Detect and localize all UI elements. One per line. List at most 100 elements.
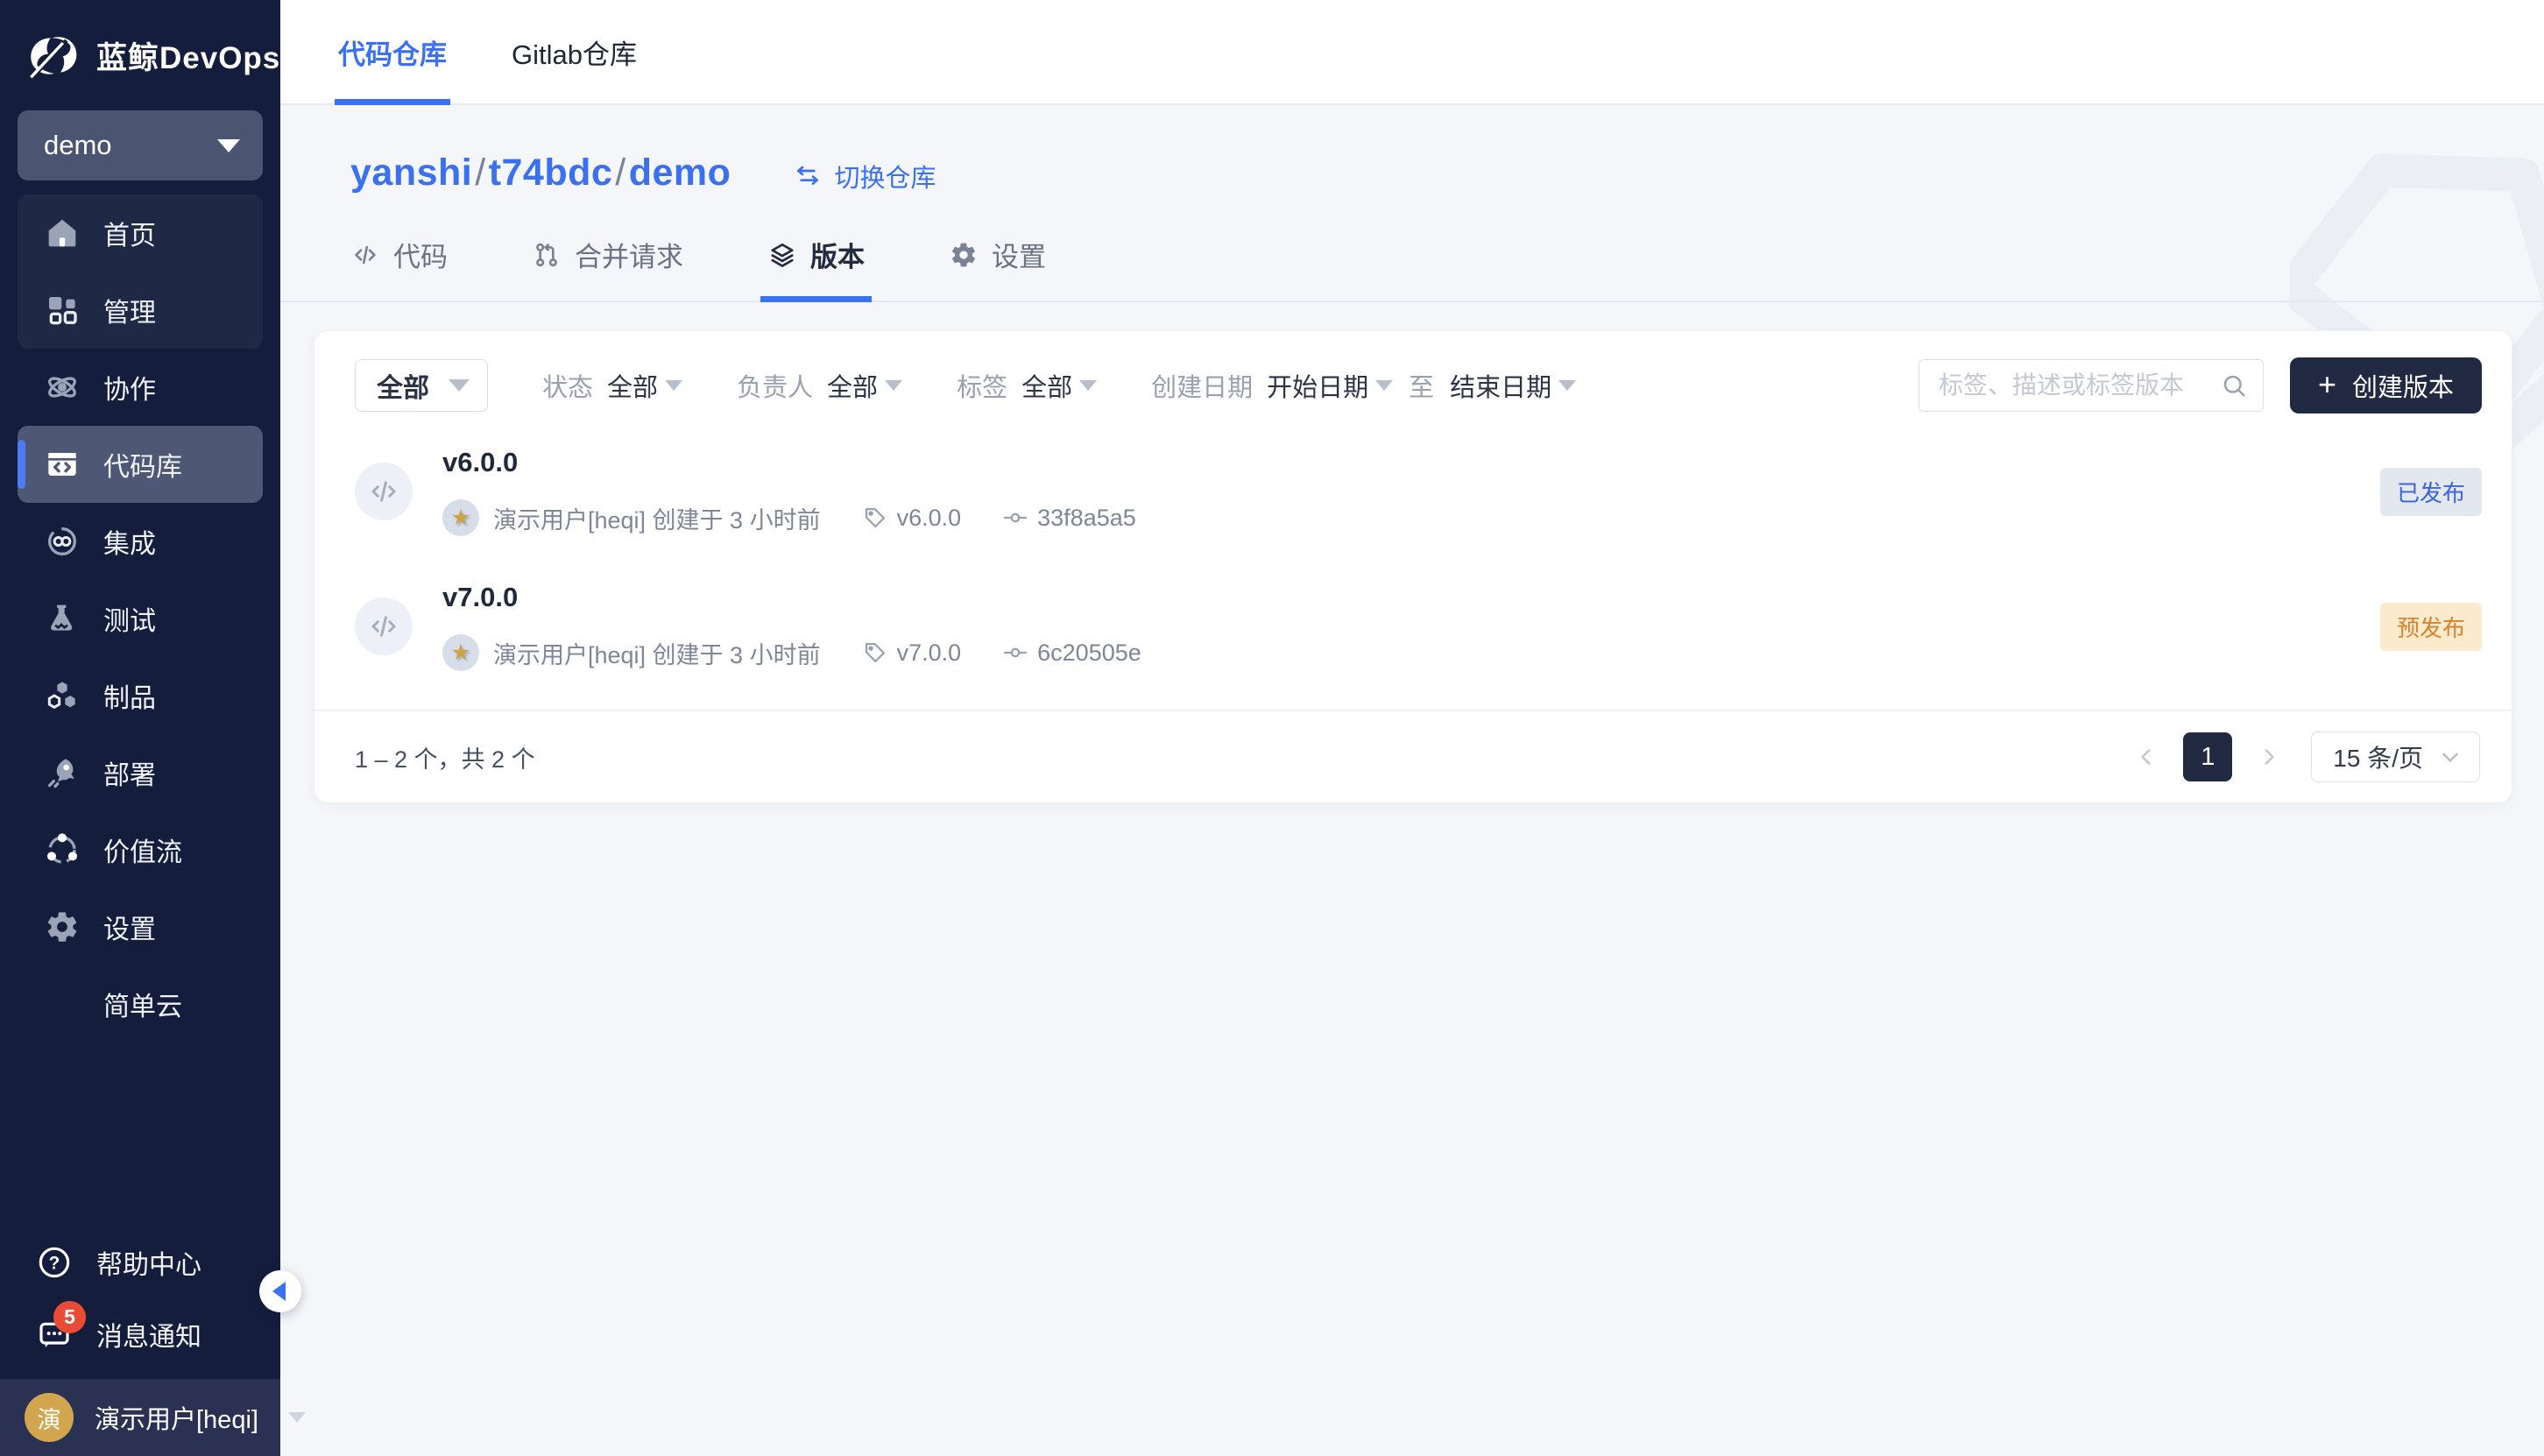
date-end-picker[interactable]: 结束日期 <box>1450 367 1576 404</box>
bluking-whale-logo-icon <box>25 31 84 80</box>
repo-tab-label: 设置 <box>992 235 1046 274</box>
sidebar-item-artifacts[interactable]: 制品 <box>18 657 263 734</box>
search-input[interactable] <box>1939 371 2221 399</box>
date-start-picker[interactable]: 开始日期 <box>1267 367 1393 404</box>
user-name: 演示用户[heqi] <box>95 1399 258 1436</box>
code-icon <box>350 240 380 270</box>
content-area: yanshi/t74bdc/demo 切换仓库 代码 合并 <box>280 105 2544 1456</box>
version-row[interactable]: v7.0.0 ★ 演示用户[heqi] 创建于 3 小时前 v7.0.0 <box>314 559 2512 694</box>
version-code-icon <box>355 597 413 655</box>
sidebar-item-value-stream[interactable]: 价值流 <box>18 811 263 888</box>
chevron-down-icon <box>217 139 240 152</box>
repo-tab-merge-requests[interactable]: 合并请求 <box>532 235 683 300</box>
owner-filter-value[interactable]: 全部 <box>827 367 902 404</box>
repo-tab-versions[interactable]: 版本 <box>767 235 865 300</box>
sidebar-item-label: 管理 <box>103 291 156 329</box>
version-meta: ★ 演示用户[heqi] 创建于 3 小时前 v6.0.0 33f8a5a5 <box>442 499 1136 536</box>
tag-filter-label: 标签 <box>957 367 1007 404</box>
version-commit: 33f8a5a5 <box>1003 505 1136 532</box>
page-size-value: 15 条/页 <box>2333 739 2423 774</box>
sidebar-item-label: 测试 <box>103 599 156 638</box>
pagination-bar: 1 – 2 个，共 2 个 1 15 条/页 <box>314 710 2512 802</box>
merge-request-icon <box>532 240 562 270</box>
collapse-arrow-icon <box>272 1282 286 1301</box>
sidebar-item-settings[interactable]: 设置 <box>18 888 263 965</box>
sidebar-item-code-repo[interactable]: 代码库 <box>18 426 263 503</box>
versions-card: 全部 状态 全部 负责人 全部 标签 全部 <box>314 330 2512 803</box>
user-menu[interactable]: 演 演示用户[heqi] <box>0 1379 280 1456</box>
app-root: 蓝鲸DevOps demo 首页 管理 <box>0 0 2544 1456</box>
page-size-select[interactable]: 15 条/页 <box>2311 732 2480 782</box>
project-selector-value: demo <box>44 130 112 161</box>
chevron-down-icon <box>885 380 902 391</box>
repo-title-separator: / <box>612 152 628 194</box>
app-logo: 蓝鲸DevOps <box>0 0 280 110</box>
chevron-down-icon <box>2439 746 2462 768</box>
sidebar-item-label: 简单云 <box>103 985 182 1023</box>
tag-filter: 标签 全部 <box>957 367 1097 404</box>
project-selector[interactable]: demo <box>18 110 263 180</box>
filter-value-text: 全部 <box>1021 367 1072 404</box>
repo-tab-label: 版本 <box>810 235 865 274</box>
tab-label: 代码仓库 <box>338 32 447 72</box>
gear-icon <box>44 908 81 945</box>
sidebar-collapse-button[interactable] <box>259 1270 301 1312</box>
code-repo-icon <box>44 446 81 483</box>
filter-value-text: 全部 <box>607 367 658 404</box>
help-center-item[interactable]: ? 帮助中心 <box>0 1226 280 1298</box>
version-info: v7.0.0 ★ 演示用户[heqi] 创建于 3 小时前 v7.0.0 <box>442 582 1141 671</box>
status-filter: 状态 全部 <box>542 367 682 404</box>
status-badge: 预发布 <box>2380 603 2482 651</box>
sidebar-item-label: 价值流 <box>103 830 182 869</box>
repo-tab-code[interactable]: 代码 <box>350 235 448 300</box>
create-version-button[interactable]: + 创建版本 <box>2290 357 2482 413</box>
page-number-button[interactable]: 1 <box>2183 732 2232 781</box>
switch-repo-link[interactable]: 切换仓库 <box>794 158 936 194</box>
layers-icon <box>767 240 797 270</box>
svg-text:?: ? <box>49 1253 60 1273</box>
date-start-value: 开始日期 <box>1267 367 1368 404</box>
sidebar-item-label: 协作 <box>103 368 156 406</box>
swap-arrows-icon <box>794 162 822 190</box>
notifications-item[interactable]: 5 消息通知 <box>0 1298 280 1370</box>
chevron-down-icon <box>1558 380 1576 391</box>
version-tag: v7.0.0 <box>863 640 962 667</box>
version-row[interactable]: v6.0.0 ★ 演示用户[heqi] 创建于 3 小时前 v6.0.0 <box>314 424 2512 559</box>
home-icon <box>44 215 81 251</box>
owner-filter: 负责人 全部 <box>737 367 902 404</box>
version-commit: 6c20505e <box>1003 640 1141 667</box>
tag-filter-value[interactable]: 全部 <box>1021 367 1097 404</box>
tab-code-repository[interactable]: 代码仓库 <box>335 0 450 103</box>
integration-icon <box>44 523 81 560</box>
prev-page-button[interactable] <box>2129 739 2164 774</box>
owner-filter-label: 负责人 <box>737 367 813 404</box>
tab-label: Gitlab仓库 <box>512 32 637 72</box>
rocket-icon <box>44 754 81 791</box>
sidebar-item-deploy[interactable]: 部署 <box>18 734 263 811</box>
status-filter-value[interactable]: 全部 <box>607 367 682 404</box>
next-page-button[interactable] <box>2251 739 2286 774</box>
sidebar-item-integration[interactable]: 集成 <box>18 503 263 580</box>
sidebar-item-testing[interactable]: 测试 <box>18 580 263 657</box>
search-icon[interactable] <box>2221 372 2247 399</box>
sidebar-item-home[interactable]: 首页 <box>18 194 263 272</box>
version-tag-text: v6.0.0 <box>897 505 962 532</box>
sidebar: 蓝鲸DevOps demo 首页 管理 <box>0 0 280 1456</box>
sidebar-item-collaboration[interactable]: 协作 <box>18 349 263 426</box>
scope-filter-select[interactable]: 全部 <box>355 359 488 412</box>
top-tab-bar: 代码仓库 Gitlab仓库 <box>280 0 2544 105</box>
sidebar-footer: ? 帮助中心 5 消息通知 <box>0 1226 280 1379</box>
sidebar-menu: 首页 管理 协作 代码库 <box>0 194 280 1043</box>
version-info: v6.0.0 ★ 演示用户[heqi] 创建于 3 小时前 v6.0.0 <box>442 447 1136 536</box>
pagination-controls: 1 15 条/页 <box>2129 732 2480 782</box>
user-star-avatar: ★ <box>442 634 479 671</box>
atom-icon <box>44 369 81 406</box>
sidebar-item-label: 代码库 <box>103 445 182 484</box>
sidebar-item-simple-cloud[interactable]: 简单云 <box>18 965 263 1043</box>
chevron-down-icon <box>665 380 682 391</box>
chevron-down-icon <box>288 1412 306 1423</box>
user-avatar: 演 <box>25 1393 74 1442</box>
sidebar-item-manage[interactable]: 管理 <box>18 272 263 349</box>
tab-gitlab-repository[interactable]: Gitlab仓库 <box>508 0 640 103</box>
repo-tab-settings[interactable]: 设置 <box>949 235 1046 300</box>
